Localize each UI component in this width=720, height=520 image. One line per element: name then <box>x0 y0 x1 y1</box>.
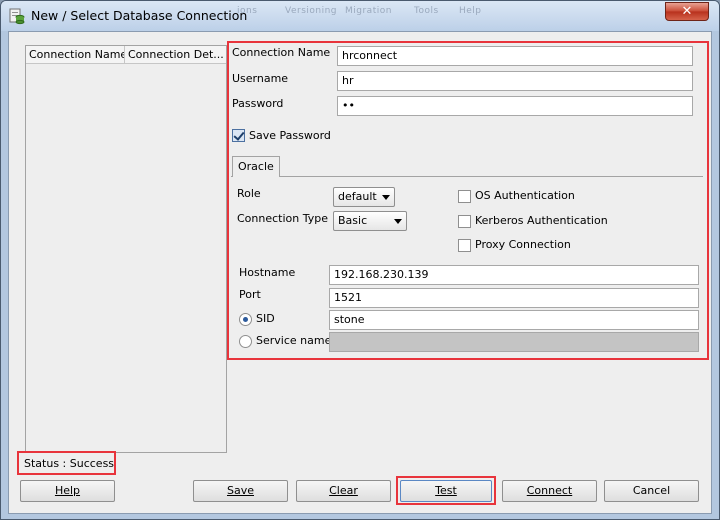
close-button[interactable]: ✕ <box>665 2 709 21</box>
kerberos-authentication-label: Kerberos Authentication <box>475 214 608 227</box>
kerberos-authentication-checkbox[interactable] <box>458 215 471 228</box>
proxy-connection-label: Proxy Connection <box>475 238 571 251</box>
service-name-radio[interactable] <box>239 335 252 348</box>
help-button[interactable]: Help <box>20 480 115 502</box>
tab-oracle[interactable]: Oracle <box>232 156 280 177</box>
hostname-input[interactable]: 192.168.230.139 <box>329 265 699 285</box>
column-header-connection-details[interactable]: Connection Det... <box>125 46 226 63</box>
sid-label: SID <box>256 312 275 325</box>
background-menu-item: Tools <box>414 6 439 16</box>
test-button[interactable]: Test <box>400 480 492 502</box>
background-menu-item: Help <box>459 6 482 16</box>
password-label: Password <box>232 97 284 110</box>
close-icon: ✕ <box>681 4 693 19</box>
clear-button[interactable]: Clear <box>296 480 391 502</box>
test-button-label: Test <box>435 484 457 497</box>
window-title: New / Select Database Connection <box>31 8 248 23</box>
username-label: Username <box>232 72 289 85</box>
dialog-body: Connection Name Connection Det... Connec… <box>8 31 712 514</box>
connect-button-label: Connect <box>526 484 573 497</box>
background-menu-item: Versioning <box>285 6 338 16</box>
background-menu-item: ions <box>237 6 258 16</box>
connection-list[interactable]: Connection Name Connection Det... <box>25 45 227 453</box>
connection-type-select-value: Basic <box>338 214 368 227</box>
os-authentication-checkbox[interactable] <box>458 190 471 203</box>
role-select[interactable]: default <box>333 187 395 207</box>
os-authentication-label: OS Authentication <box>475 189 575 202</box>
service-name-label: Service name <box>256 334 332 347</box>
clear-button-label: Clear <box>329 484 358 497</box>
save-button-label: Save <box>226 484 254 497</box>
cancel-button[interactable]: Cancel <box>604 480 699 502</box>
connection-list-header: Connection Name Connection Det... <box>26 46 226 64</box>
save-password-label: Save Password <box>249 129 331 142</box>
chevron-down-icon <box>394 219 402 224</box>
column-header-connection-name[interactable]: Connection Name <box>26 46 125 63</box>
save-button[interactable]: Save <box>193 480 288 502</box>
cancel-button-label: Cancel <box>632 484 671 497</box>
sid-input[interactable]: stone <box>329 310 699 330</box>
background-menu-item: Migration <box>345 6 392 16</box>
database-connection-icon <box>9 8 25 25</box>
sid-radio[interactable] <box>239 313 252 326</box>
service-name-input <box>329 332 699 352</box>
tab-strip-line <box>231 176 703 177</box>
connection-name-label: Connection Name <box>232 46 331 59</box>
title-bar[interactable]: New / Select Database Connection ions Ve… <box>1 1 719 31</box>
proxy-connection-checkbox[interactable] <box>458 239 471 252</box>
password-input[interactable]: •• <box>337 96 693 116</box>
connect-button[interactable]: Connect <box>502 480 597 502</box>
status-text: Status : Success <box>24 457 115 470</box>
connection-name-input[interactable]: hrconnect <box>337 46 693 66</box>
role-select-value: default <box>338 190 377 203</box>
help-button-label: Help <box>54 484 81 497</box>
role-label: Role <box>237 187 261 200</box>
chevron-down-icon <box>382 195 390 200</box>
port-input[interactable]: 1521 <box>329 288 699 308</box>
hostname-label: Hostname <box>239 266 296 279</box>
save-password-checkbox[interactable] <box>232 129 245 142</box>
port-label: Port <box>239 288 261 301</box>
connection-type-label: Connection Type <box>237 212 329 225</box>
dialog-window: New / Select Database Connection ions Ve… <box>0 0 720 520</box>
username-input[interactable]: hr <box>337 71 693 91</box>
connection-type-select[interactable]: Basic <box>333 211 407 231</box>
